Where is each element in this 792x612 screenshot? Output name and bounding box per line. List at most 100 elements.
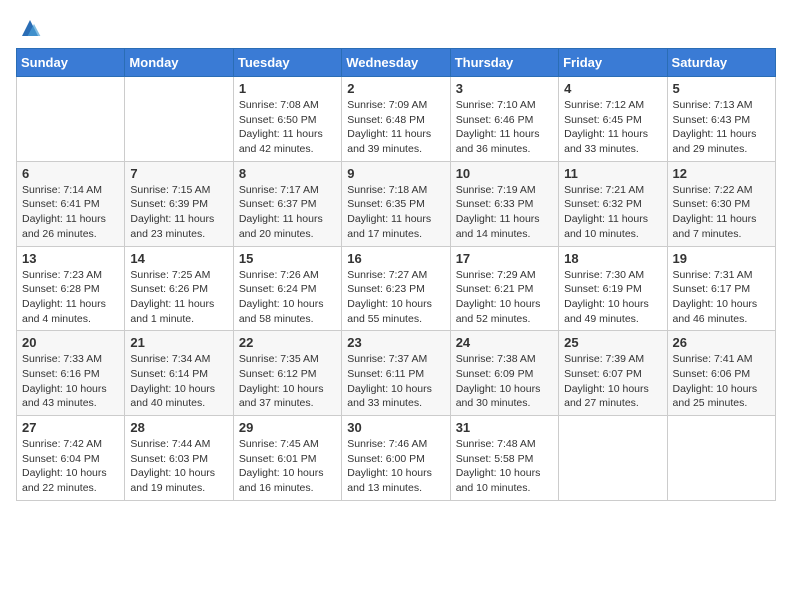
day-info: Sunrise: 7:26 AM Sunset: 6:24 PM Dayligh… <box>239 268 336 327</box>
day-number: 6 <box>22 166 119 181</box>
day-info: Sunrise: 7:39 AM Sunset: 6:07 PM Dayligh… <box>564 352 661 411</box>
day-info: Sunrise: 7:08 AM Sunset: 6:50 PM Dayligh… <box>239 98 336 157</box>
header-day: Wednesday <box>342 49 450 77</box>
calendar-cell <box>17 77 125 162</box>
day-info: Sunrise: 7:29 AM Sunset: 6:21 PM Dayligh… <box>456 268 553 327</box>
day-number: 18 <box>564 251 661 266</box>
calendar-cell: 30 Sunrise: 7:46 AM Sunset: 6:00 PM Dayli… <box>342 416 450 501</box>
day-number: 4 <box>564 81 661 96</box>
day-number: 29 <box>239 420 336 435</box>
day-info: Sunrise: 7:42 AM Sunset: 6:04 PM Dayligh… <box>22 437 119 496</box>
calendar-cell: 17 Sunrise: 7:29 AM Sunset: 6:21 PM Dayli… <box>450 246 558 331</box>
day-number: 17 <box>456 251 553 266</box>
calendar-week: 1Sunrise: 7:08 AM Sunset: 6:50 PM Daylig… <box>17 77 776 162</box>
calendar-cell: 27 Sunrise: 7:42 AM Sunset: 6:04 PM Dayli… <box>17 416 125 501</box>
day-number: 9 <box>347 166 444 181</box>
header-day: Friday <box>559 49 667 77</box>
calendar-week: 20Sunrise: 7:33 AM Sunset: 6:16 PM Dayli… <box>17 331 776 416</box>
calendar-week: 27 Sunrise: 7:42 AM Sunset: 6:04 PM Dayli… <box>17 416 776 501</box>
day-number: 10 <box>456 166 553 181</box>
day-info: Sunrise: 7:23 AM Sunset: 6:28 PM Dayligh… <box>22 268 119 327</box>
calendar-cell: 8Sunrise: 7:17 AM Sunset: 6:37 PM Daylig… <box>233 161 341 246</box>
calendar-cell <box>125 77 233 162</box>
day-info: Sunrise: 7:48 AM Sunset: 5:58 PM Dayligh… <box>456 437 553 496</box>
day-info: Sunrise: 7:38 AM Sunset: 6:09 PM Dayligh… <box>456 352 553 411</box>
calendar-cell: 26 Sunrise: 7:41 AM Sunset: 6:06 PM Dayli… <box>667 331 775 416</box>
calendar-week: 6 Sunrise: 7:14 AM Sunset: 6:41 PM Daylig… <box>17 161 776 246</box>
day-info: Sunrise: 7:18 AM Sunset: 6:35 PM Dayligh… <box>347 183 444 242</box>
day-info: Sunrise: 7:45 AM Sunset: 6:01 PM Dayligh… <box>239 437 336 496</box>
day-number: 27 <box>22 420 119 435</box>
day-number: 11 <box>564 166 661 181</box>
calendar-cell: 31 Sunrise: 7:48 AM Sunset: 5:58 PM Dayli… <box>450 416 558 501</box>
day-number: 25 <box>564 335 661 350</box>
day-info: Sunrise: 7:22 AM Sunset: 6:30 PM Dayligh… <box>673 183 770 242</box>
calendar-cell: 20Sunrise: 7:33 AM Sunset: 6:16 PM Dayli… <box>17 331 125 416</box>
day-info: Sunrise: 7:14 AM Sunset: 6:41 PM Dayligh… <box>22 183 119 242</box>
calendar-cell: 16 Sunrise: 7:27 AM Sunset: 6:23 PM Dayli… <box>342 246 450 331</box>
calendar-cell: 29 Sunrise: 7:45 AM Sunset: 6:01 PM Dayli… <box>233 416 341 501</box>
calendar-cell: 12 Sunrise: 7:22 AM Sunset: 6:30 PM Dayli… <box>667 161 775 246</box>
calendar-cell: 1Sunrise: 7:08 AM Sunset: 6:50 PM Daylig… <box>233 77 341 162</box>
day-number: 20 <box>22 335 119 350</box>
day-info: Sunrise: 7:34 AM Sunset: 6:14 PM Dayligh… <box>130 352 227 411</box>
day-number: 31 <box>456 420 553 435</box>
calendar-cell: 10 Sunrise: 7:19 AM Sunset: 6:33 PM Dayli… <box>450 161 558 246</box>
day-info: Sunrise: 7:31 AM Sunset: 6:17 PM Dayligh… <box>673 268 770 327</box>
day-number: 26 <box>673 335 770 350</box>
header-day: Tuesday <box>233 49 341 77</box>
header-day: Sunday <box>17 49 125 77</box>
calendar-cell: 9 Sunrise: 7:18 AM Sunset: 6:35 PM Daylig… <box>342 161 450 246</box>
day-info: Sunrise: 7:27 AM Sunset: 6:23 PM Dayligh… <box>347 268 444 327</box>
day-number: 22 <box>239 335 336 350</box>
calendar-cell: 11Sunrise: 7:21 AM Sunset: 6:32 PM Dayli… <box>559 161 667 246</box>
day-number: 2 <box>347 81 444 96</box>
day-number: 15 <box>239 251 336 266</box>
calendar-cell: 5 Sunrise: 7:13 AM Sunset: 6:43 PM Daylig… <box>667 77 775 162</box>
day-number: 28 <box>130 420 227 435</box>
day-info: Sunrise: 7:46 AM Sunset: 6:00 PM Dayligh… <box>347 437 444 496</box>
day-info: Sunrise: 7:12 AM Sunset: 6:45 PM Dayligh… <box>564 98 661 157</box>
day-info: Sunrise: 7:15 AM Sunset: 6:39 PM Dayligh… <box>130 183 227 242</box>
calendar-cell <box>667 416 775 501</box>
calendar-week: 13 Sunrise: 7:23 AM Sunset: 6:28 PM Dayli… <box>17 246 776 331</box>
day-number: 24 <box>456 335 553 350</box>
calendar-cell <box>559 416 667 501</box>
day-info: Sunrise: 7:09 AM Sunset: 6:48 PM Dayligh… <box>347 98 444 157</box>
header-day: Saturday <box>667 49 775 77</box>
day-info: Sunrise: 7:10 AM Sunset: 6:46 PM Dayligh… <box>456 98 553 157</box>
day-number: 5 <box>673 81 770 96</box>
day-info: Sunrise: 7:37 AM Sunset: 6:11 PM Dayligh… <box>347 352 444 411</box>
calendar-body: 1Sunrise: 7:08 AM Sunset: 6:50 PM Daylig… <box>17 77 776 501</box>
header-row: SundayMondayTuesdayWednesdayThursdayFrid… <box>17 49 776 77</box>
calendar-cell: 22Sunrise: 7:35 AM Sunset: 6:12 PM Dayli… <box>233 331 341 416</box>
day-info: Sunrise: 7:25 AM Sunset: 6:26 PM Dayligh… <box>130 268 227 327</box>
calendar-cell: 19 Sunrise: 7:31 AM Sunset: 6:17 PM Dayli… <box>667 246 775 331</box>
day-info: Sunrise: 7:19 AM Sunset: 6:33 PM Dayligh… <box>456 183 553 242</box>
day-info: Sunrise: 7:41 AM Sunset: 6:06 PM Dayligh… <box>673 352 770 411</box>
day-info: Sunrise: 7:30 AM Sunset: 6:19 PM Dayligh… <box>564 268 661 327</box>
day-number: 16 <box>347 251 444 266</box>
calendar-cell: 24 Sunrise: 7:38 AM Sunset: 6:09 PM Dayli… <box>450 331 558 416</box>
day-info: Sunrise: 7:17 AM Sunset: 6:37 PM Dayligh… <box>239 183 336 242</box>
calendar-cell: 25 Sunrise: 7:39 AM Sunset: 6:07 PM Dayli… <box>559 331 667 416</box>
day-info: Sunrise: 7:13 AM Sunset: 6:43 PM Dayligh… <box>673 98 770 157</box>
day-number: 12 <box>673 166 770 181</box>
day-number: 19 <box>673 251 770 266</box>
calendar-cell: 13 Sunrise: 7:23 AM Sunset: 6:28 PM Dayli… <box>17 246 125 331</box>
logo-icon <box>18 16 42 40</box>
calendar-cell: 2 Sunrise: 7:09 AM Sunset: 6:48 PM Daylig… <box>342 77 450 162</box>
calendar-cell: 6 Sunrise: 7:14 AM Sunset: 6:41 PM Daylig… <box>17 161 125 246</box>
calendar-cell: 3Sunrise: 7:10 AM Sunset: 6:46 PM Daylig… <box>450 77 558 162</box>
calendar-cell: 23 Sunrise: 7:37 AM Sunset: 6:11 PM Dayli… <box>342 331 450 416</box>
calendar-cell: 14 Sunrise: 7:25 AM Sunset: 6:26 PM Dayli… <box>125 246 233 331</box>
day-number: 23 <box>347 335 444 350</box>
calendar-cell: 21 Sunrise: 7:34 AM Sunset: 6:14 PM Dayli… <box>125 331 233 416</box>
calendar-cell: 7Sunrise: 7:15 AM Sunset: 6:39 PM Daylig… <box>125 161 233 246</box>
day-number: 30 <box>347 420 444 435</box>
day-number: 13 <box>22 251 119 266</box>
day-number: 21 <box>130 335 227 350</box>
page-header <box>16 16 776 40</box>
calendar-table: SundayMondayTuesdayWednesdayThursdayFrid… <box>16 48 776 501</box>
day-number: 14 <box>130 251 227 266</box>
